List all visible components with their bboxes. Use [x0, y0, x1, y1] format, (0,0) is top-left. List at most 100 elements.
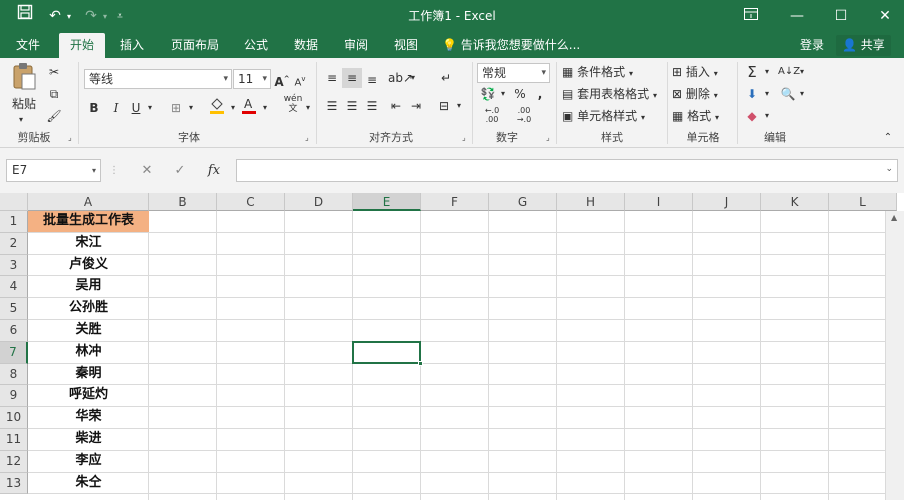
underline-button[interactable]: U	[128, 98, 144, 118]
column-header-k[interactable]: K	[761, 193, 829, 211]
column-header-h[interactable]: H	[557, 193, 625, 211]
row-header-3[interactable]: 3	[0, 254, 28, 277]
name-box[interactable]: E7 ▾	[6, 159, 101, 182]
customize-qat-icon[interactable]: ⩡	[113, 0, 127, 33]
cut-icon[interactable]: ✂	[44, 62, 64, 82]
name-cell[interactable]: 关胜	[28, 320, 149, 341]
collapse-ribbon-icon[interactable]: ⌃	[880, 128, 896, 148]
align-center-icon[interactable]: ☰	[342, 96, 362, 116]
fill-color-icon[interactable]	[208, 96, 226, 116]
increase-decimal-button[interactable]: ←.0 .00	[478, 106, 506, 126]
insert-cells-button[interactable]: ⊞ 插入 ▾	[672, 62, 732, 82]
row-header-2[interactable]: 2	[0, 232, 28, 255]
insert-function-button[interactable]: fx	[200, 159, 228, 182]
fill-color-dropdown-icon[interactable]: ▾	[228, 98, 238, 118]
row-header-7[interactable]: 7	[0, 341, 28, 364]
name-cell[interactable]: 秦明	[28, 364, 149, 385]
worksheet-grid[interactable]: A B C D E F G H I J K L 1 批量生成工作表 2 宋江 3 卢俊义 4 吴用 5 公孙胜 6 关胜 7 林冲…	[0, 193, 904, 500]
top-align-icon[interactable]: ≡	[322, 68, 342, 88]
tab-formulas[interactable]: 公式	[236, 33, 276, 58]
phonetic-icon[interactable]: wén 文	[282, 94, 304, 114]
find-select-dropdown-icon[interactable]: ▾	[797, 84, 807, 104]
italic-button[interactable]: I	[108, 98, 124, 118]
tab-insert[interactable]: 插入	[110, 33, 154, 58]
middle-align-icon[interactable]: ≡	[342, 68, 362, 88]
tab-data[interactable]: 数据	[286, 33, 326, 58]
name-cell[interactable]: 柴进	[28, 429, 149, 450]
row-header-11[interactable]: 11	[0, 429, 28, 451]
delete-cells-button[interactable]: ⊠ 删除 ▾	[672, 84, 732, 104]
save-icon[interactable]	[12, 0, 38, 33]
font-color-dropdown-icon[interactable]: ▾	[260, 98, 270, 118]
name-cell[interactable]: 朱仝	[28, 473, 149, 494]
clipboard-launcher-icon[interactable]: ⌟	[68, 133, 77, 142]
shrink-font-button[interactable]: Av	[292, 69, 308, 89]
decrease-decimal-button[interactable]: .00 →.0	[510, 106, 538, 126]
row-header-5[interactable]: 5	[0, 298, 28, 320]
accounting-dropdown-icon[interactable]: ▾	[498, 84, 508, 104]
name-cell[interactable]: 宋江	[28, 233, 149, 254]
row-header-8[interactable]: 8	[0, 363, 28, 386]
fill-down-icon[interactable]: ⬇	[742, 84, 762, 104]
fill-dropdown-icon[interactable]: ▾	[762, 84, 772, 104]
row-header-10[interactable]: 10	[0, 407, 28, 429]
column-header-d[interactable]: D	[285, 193, 353, 211]
format-as-table-button[interactable]: ▤ 套用表格格式 ▾	[562, 84, 666, 104]
column-header-b[interactable]: B	[149, 193, 217, 211]
maximize-icon[interactable]: ☐	[818, 0, 864, 33]
share-button[interactable]: 👤 共享	[836, 35, 891, 56]
align-left-icon[interactable]: ☰	[322, 96, 342, 116]
orientation-icon[interactable]: ab↗	[388, 68, 413, 88]
undo-icon[interactable]: ↶	[44, 0, 66, 33]
decrease-indent-icon[interactable]: ⇤	[386, 96, 406, 116]
name-cell[interactable]: 华荣	[28, 407, 149, 428]
merge-center-icon[interactable]: ⊟	[434, 96, 454, 116]
column-header-l[interactable]: L	[829, 193, 897, 211]
select-all-corner[interactable]	[0, 193, 28, 211]
close-icon[interactable]: ✕	[862, 0, 904, 33]
row-header-1[interactable]: 1	[0, 211, 28, 233]
row-header-12[interactable]: 12	[0, 450, 28, 473]
active-cell-e7[interactable]	[352, 340, 421, 364]
conditional-formatting-button[interactable]: ▦ 条件格式 ▾	[562, 62, 662, 82]
borders-dropdown-icon[interactable]: ▾	[186, 98, 196, 118]
header-cell-a1[interactable]: 批量生成工作表	[28, 211, 149, 232]
column-header-c[interactable]: C	[217, 193, 285, 211]
tab-file[interactable]: 文件	[6, 33, 50, 58]
font-size-select[interactable]: 11 ▾	[233, 69, 271, 89]
phonetic-dropdown-icon[interactable]: ▾	[303, 98, 313, 118]
name-cell[interactable]: 李应	[28, 451, 149, 472]
increase-indent-icon[interactable]: ⇥	[406, 96, 426, 116]
cancel-entry-button[interactable]: ✕	[135, 159, 159, 182]
autosum-icon[interactable]: Σ	[742, 62, 762, 82]
copy-icon[interactable]: ⧉	[44, 84, 64, 104]
font-launcher-icon[interactable]: ⌟	[305, 133, 314, 142]
align-right-icon[interactable]: ☰	[362, 96, 382, 116]
format-painter-icon[interactable]: 🖌	[44, 106, 64, 126]
orientation-dropdown-icon[interactable]: ▾	[408, 68, 418, 88]
column-header-i[interactable]: I	[625, 193, 693, 211]
sort-filter-dropdown-icon[interactable]: ▾	[797, 62, 807, 82]
redo-dropdown-icon[interactable]: ▾	[100, 0, 110, 33]
column-header-a[interactable]: A	[28, 193, 149, 211]
sort-filter-icon[interactable]: A↓Z	[778, 62, 800, 82]
tab-view[interactable]: 视图	[386, 33, 426, 58]
cell-styles-button[interactable]: ▣ 单元格样式 ▾	[562, 106, 662, 126]
bottom-align-icon[interactable]: ≡	[362, 70, 382, 90]
grow-font-button[interactable]: A^	[274, 69, 290, 89]
tab-review[interactable]: 审阅	[336, 33, 376, 58]
undo-dropdown-icon[interactable]: ▾	[64, 0, 74, 33]
vertical-scrollbar[interactable]: ▲	[885, 211, 904, 500]
accounting-format-icon[interactable]: 💱	[478, 84, 498, 104]
merge-dropdown-icon[interactable]: ▾	[454, 96, 464, 116]
format-cells-button[interactable]: ▦ 格式 ▾	[672, 106, 732, 126]
number-launcher-icon[interactable]: ⌟	[546, 133, 555, 142]
tell-me-search[interactable]: 💡 告诉我您想要做什么...	[442, 33, 580, 58]
column-header-e[interactable]: E	[353, 193, 421, 211]
comma-style-button[interactable]: ,	[533, 84, 547, 104]
redo-icon[interactable]: ↷	[80, 0, 102, 33]
row-header-6[interactable]: 6	[0, 320, 28, 342]
font-name-select[interactable]: 等线 ▾	[84, 69, 232, 89]
row-header-4[interactable]: 4	[0, 276, 28, 299]
confirm-entry-button[interactable]: ✓	[168, 159, 192, 182]
